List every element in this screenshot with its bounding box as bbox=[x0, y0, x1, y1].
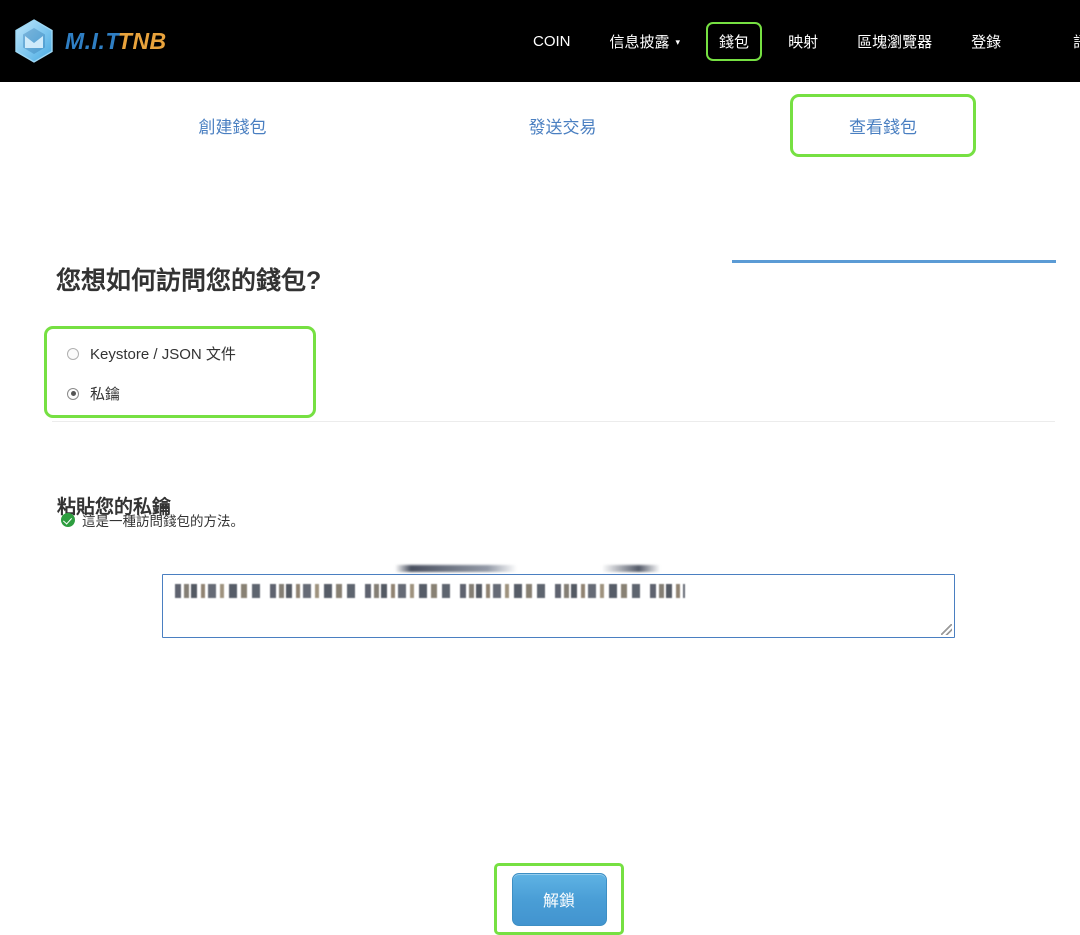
access-method-hint-text: 這是一種訪問錢包的方法。 bbox=[82, 510, 244, 530]
nav-item-language[interactable]: 語言 ▾ bbox=[1060, 22, 1080, 61]
access-method-group: Keystore / JSON 文件 私鑰 bbox=[44, 326, 316, 418]
hexagon-cube-logo-icon bbox=[13, 18, 55, 64]
active-tab-underline bbox=[732, 260, 1056, 263]
radio-icon-private-key[interactable] bbox=[67, 388, 79, 400]
nav-item-coin-label: COIN bbox=[533, 33, 571, 50]
nav-item-login[interactable]: 登錄 bbox=[958, 22, 1014, 61]
nav-item-block-explorer-label: 區塊瀏覽器 bbox=[857, 31, 932, 52]
page-title: 您想如何訪問您的錢包? bbox=[56, 261, 321, 297]
access-method-keystore-label: Keystore / JSON 文件 bbox=[90, 343, 236, 364]
tab-create-wallet[interactable]: 創建錢包 bbox=[110, 94, 355, 157]
unlock-button[interactable]: 解鎖 bbox=[512, 873, 607, 926]
textarea-render-artifact bbox=[395, 565, 660, 572]
brand-logo-link[interactable]: M.I.TTNB bbox=[13, 18, 167, 64]
private-key-field-wrapper bbox=[162, 574, 955, 638]
nav-item-coin[interactable]: COIN bbox=[520, 24, 584, 59]
nav-item-block-explorer[interactable]: 區塊瀏覽器 bbox=[844, 22, 945, 61]
access-method-hint: 這是一種訪問錢包的方法。 bbox=[61, 510, 244, 530]
nav-item-login-label: 登錄 bbox=[971, 31, 1001, 52]
tab-create-wallet-label: 創建錢包 bbox=[199, 118, 267, 137]
brand-primary-text: M.I.T bbox=[65, 28, 120, 54]
tab-view-wallet-label: 查看錢包 bbox=[849, 118, 917, 137]
nav-item-language-label: 語言 bbox=[1073, 31, 1080, 52]
section-divider bbox=[52, 421, 1055, 422]
unlock-button-wrapper: 解鎖 bbox=[494, 863, 624, 935]
tab-send-transaction[interactable]: 發送交易 bbox=[440, 94, 685, 157]
nav-item-disclosure[interactable]: 信息披露 ▾ bbox=[597, 22, 694, 61]
tab-send-transaction-label: 發送交易 bbox=[529, 118, 597, 137]
site-header: M.I.TTNB COIN 信息披露 ▾ 錢包 映射 區塊瀏覽器 登錄 語言 ▾ bbox=[0, 0, 1080, 82]
radio-icon-keystore[interactable] bbox=[67, 348, 79, 360]
check-circle-icon bbox=[61, 513, 75, 527]
main-navigation: COIN 信息披露 ▾ 錢包 映射 區塊瀏覽器 登錄 語言 ▾ bbox=[520, 0, 1080, 82]
nav-item-disclosure-label: 信息披露 bbox=[610, 31, 670, 52]
access-method-keystore[interactable]: Keystore / JSON 文件 bbox=[67, 343, 313, 364]
nav-item-mapping-label: 映射 bbox=[788, 31, 818, 52]
chevron-down-icon: ▾ bbox=[676, 38, 681, 47]
nav-item-wallet-label: 錢包 bbox=[719, 31, 749, 52]
nav-item-wallet[interactable]: 錢包 bbox=[706, 22, 762, 61]
brand-wordmark: M.I.TTNB bbox=[65, 28, 167, 55]
nav-item-mapping[interactable]: 映射 bbox=[775, 22, 831, 61]
brand-secondary-text: TNB bbox=[118, 28, 167, 54]
access-method-private-key-label: 私鑰 bbox=[90, 383, 120, 404]
access-method-private-key[interactable]: 私鑰 bbox=[67, 383, 313, 404]
private-key-input[interactable] bbox=[162, 574, 955, 638]
tab-view-wallet[interactable]: 查看錢包 bbox=[790, 94, 976, 157]
wallet-tabs: 創建錢包 發送交易 查看錢包 bbox=[0, 82, 1080, 182]
